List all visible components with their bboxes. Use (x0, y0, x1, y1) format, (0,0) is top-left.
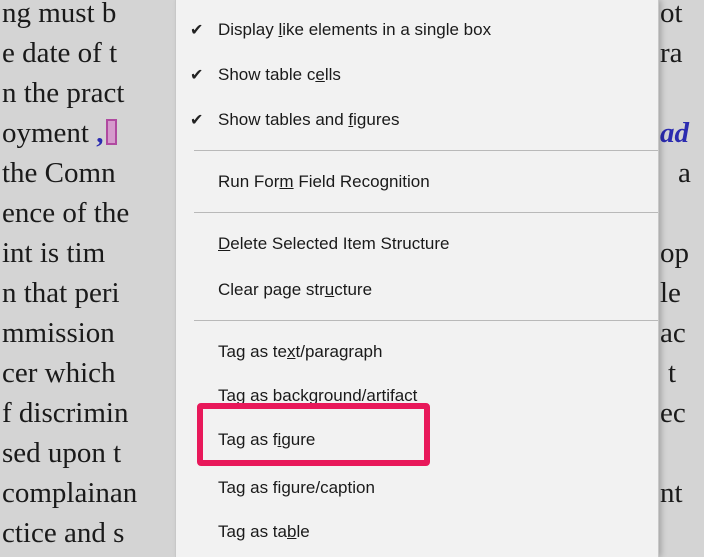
menu-item-clear-page-structure[interactable]: Clear page structure (176, 270, 658, 310)
doc-text-line: cer which (2, 357, 116, 389)
doc-text-line: ad (660, 117, 689, 149)
menu-item-label: Tag as figure/caption (218, 478, 375, 497)
doc-text-line: int is tim (2, 237, 106, 269)
menu-item-run-form-field-recognition[interactable]: Run Form Field Recognition (176, 162, 658, 202)
document-page-left: ng must b e date of t n the pract oyment… (0, 0, 176, 557)
doc-text-segment: oyment (2, 117, 89, 149)
doc-text-line: oyment , (2, 118, 117, 148)
doc-text-line: a (678, 157, 691, 189)
menu-item-label: Delete Selected Item Structure (218, 234, 450, 253)
doc-text-comma: , (89, 117, 104, 149)
menu-item-tag-as-figure[interactable]: Tag as figure (176, 420, 658, 460)
doc-text-line: ot (660, 0, 683, 29)
doc-text-line: op (660, 237, 689, 269)
doc-text-line: mmission (2, 317, 115, 349)
doc-text-line: n the pract (2, 77, 125, 109)
doc-text-line: ctice and s (2, 517, 125, 549)
checkmark-icon: ✔ (190, 112, 204, 129)
menu-item-display-like-elements[interactable]: ✔ Display like elements in a single box (176, 10, 658, 50)
menu-separator (194, 212, 658, 213)
doc-text-line: le (660, 277, 681, 309)
menu-item-tag-as-text-paragraph[interactable]: Tag as text/paragraph (176, 332, 658, 372)
doc-text-line: sed upon t (2, 437, 122, 469)
menu-item-tag-as-figure-caption[interactable]: Tag as figure/caption (176, 468, 658, 508)
menu-item-label: Tag as figure (218, 430, 316, 449)
doc-text-line: ra (660, 37, 683, 69)
doc-text-line: e date of t (2, 37, 118, 69)
document-page-right: ot ra ad a op le ac t ec nt (658, 0, 704, 557)
doc-text-line: ac (660, 317, 686, 349)
menu-item-label: Show tables and figures (218, 110, 400, 129)
menu-separator (194, 150, 658, 151)
doc-text-line: t (668, 357, 677, 389)
checkmark-icon: ✔ (190, 22, 204, 39)
menu-item-tag-as-background-artifact[interactable]: Tag as background/artifact (176, 376, 658, 416)
menu-item-label: Display like elements in a single box (218, 20, 492, 39)
doc-text-line: n that peri (2, 277, 120, 309)
menu-item-label: Tag as text/paragraph (218, 342, 383, 361)
structure-tag-marker[interactable] (105, 119, 117, 145)
context-menu: ✔ Display like elements in a single box … (176, 0, 658, 557)
doc-text-line: ence of the (2, 197, 130, 229)
doc-text-line: f discrimin (2, 397, 129, 429)
menu-item-delete-selected-item-structure[interactable]: Delete Selected Item Structure (176, 224, 658, 264)
checkmark-icon: ✔ (190, 67, 204, 84)
menu-item-label: Run Form Field Recognition (218, 172, 430, 191)
menu-item-label: Tag as table (218, 522, 310, 541)
menu-item-tag-as-table[interactable]: Tag as table (176, 512, 658, 552)
menu-separator (194, 320, 658, 321)
menu-item-label: Clear page structure (218, 280, 373, 299)
menu-item-label: Show table cells (218, 65, 341, 84)
doc-text-line: nt (660, 477, 683, 509)
doc-text-line: the Comn (2, 157, 116, 189)
menu-item-label: Tag as background/artifact (218, 386, 418, 405)
doc-text-line: complainan (2, 477, 138, 509)
doc-text-line: ec (660, 397, 686, 429)
doc-text-line: ng must b (2, 0, 117, 29)
menu-item-show-table-cells[interactable]: ✔ Show table cells (176, 55, 658, 95)
menu-item-show-tables-and-figures[interactable]: ✔ Show tables and figures (176, 100, 658, 140)
